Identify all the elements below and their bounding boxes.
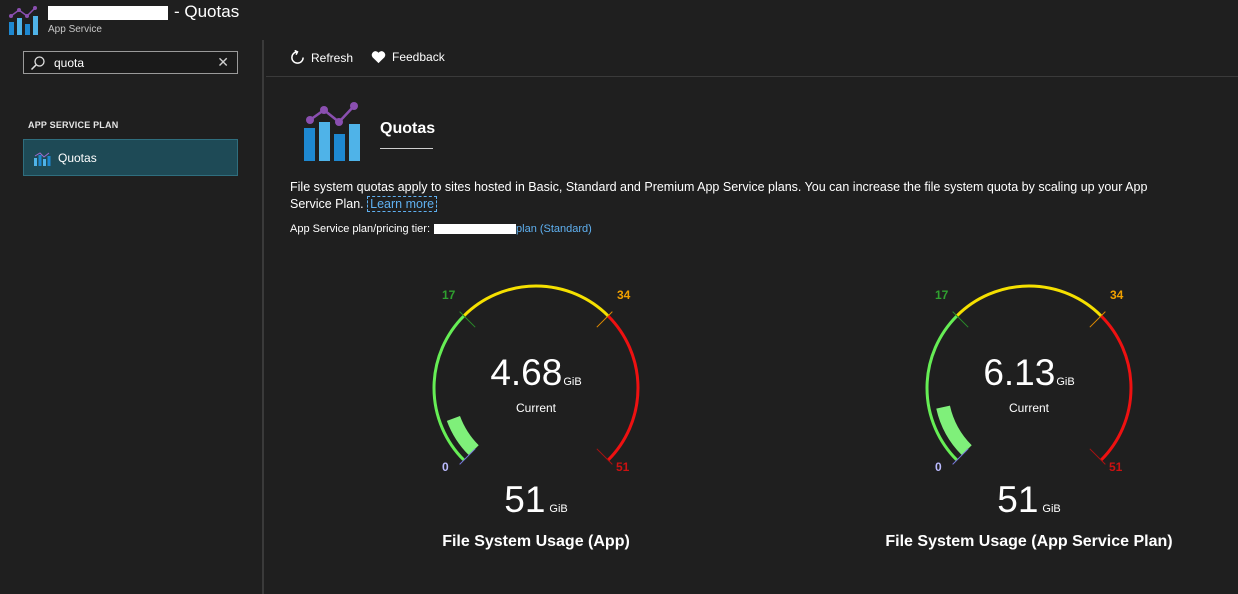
tier-label: App Service plan/pricing tier: [290,223,431,235]
sidebar-section-label: APP SERVICE PLAN [28,120,119,130]
feedback-button[interactable]: Feedback [371,50,445,64]
gauge-current-readout: 4.68GiB [406,352,666,394]
bar-chart-icon [34,152,51,166]
gauge-yellow-band [462,284,610,317]
sidebar-item-label: Quotas [58,151,97,165]
window-subtitle: App Service [48,24,102,35]
page-title: Quotas [380,120,436,137]
total-value: 51 [504,479,546,520]
current-unit: GiB [1056,376,1075,388]
gauge-tick-label-min: 0 [442,460,449,474]
gauge-total-readout: 51 GiB [899,479,1159,521]
learn-more-link[interactable]: Learn more [367,196,438,212]
redacted-plan-name [434,224,517,235]
current-unit: GiB [563,376,582,388]
description-line-2: Service Plan. [290,197,364,211]
app-service-plan-icon [9,6,38,35]
gauge-tick-label-min: 0 [935,460,942,474]
pricing-tier: App Service plan/pricing tier: plan (Stan… [290,223,592,235]
total-unit: GiB [1042,503,1061,515]
total-value: 51 [997,479,1039,520]
title-bar: - Quotas App Service [0,0,1238,40]
refresh-button[interactable]: Refresh [290,50,353,65]
sidebar: ✕ APP SERVICE PLAN Quotas [0,40,264,594]
sidebar-item-quotas[interactable]: Quotas [23,139,238,176]
gauge-title: File System Usage (App) [442,533,630,550]
main-content: Quotas File system quotas apply to sites… [266,78,1238,594]
current-value: 4.68 [490,352,563,393]
gauge-current-label: Current [515,401,556,415]
gauge-current-label: Current [1008,401,1049,415]
refresh-label: Refresh [311,50,354,65]
gauge-title: File System Usage (App Service Plan) [885,533,1173,550]
tier-value-link[interactable]: plan (Standard) [516,223,592,235]
gauge-tick-label-max: 51 [1109,460,1123,474]
gauge-total-readout: 51 GiB [406,479,666,521]
command-bar: Refresh Feedback [266,40,1238,77]
gauge-yellow-band [955,284,1103,317]
gauge-tick-label-green: 17 [935,288,949,302]
gauge-app: 4.68GiB Current 0 17 34 51 51 GiB File System Us… [406,278,666,558]
window-title: - Quotas [48,2,239,22]
gauge-tick-label-green: 17 [442,288,456,302]
heart-icon [371,51,386,64]
gauge-tick-label-yellow: 34 [1110,288,1124,302]
feedback-label: Feedback [392,50,445,64]
gauge-usage-fill [446,415,479,456]
gauge-current-readout: 6.13GiB [899,352,1159,394]
gauge-tick-label-yellow: 34 [617,288,631,302]
search-input[interactable] [54,54,204,71]
search-box[interactable]: ✕ [23,51,238,74]
title-underline [380,148,433,149]
redacted-resource-name [48,5,168,20]
total-unit: GiB [549,503,568,515]
current-value: 6.13 [983,352,1056,393]
description-line-1: File system quotas apply to sites hosted… [290,180,1148,194]
search-icon [30,56,45,71]
gauge-app-service-plan: 6.13GiB Current 0 17 34 51 51 GiB File System Us… [885,278,1173,558]
refresh-icon [291,50,304,64]
clear-search-icon[interactable]: ✕ [217,54,229,71]
gauge-tick-label-max: 51 [616,460,630,474]
quota-description: File system quotas apply to sites hosted… [290,179,1238,213]
quotas-chart-icon [304,102,360,161]
